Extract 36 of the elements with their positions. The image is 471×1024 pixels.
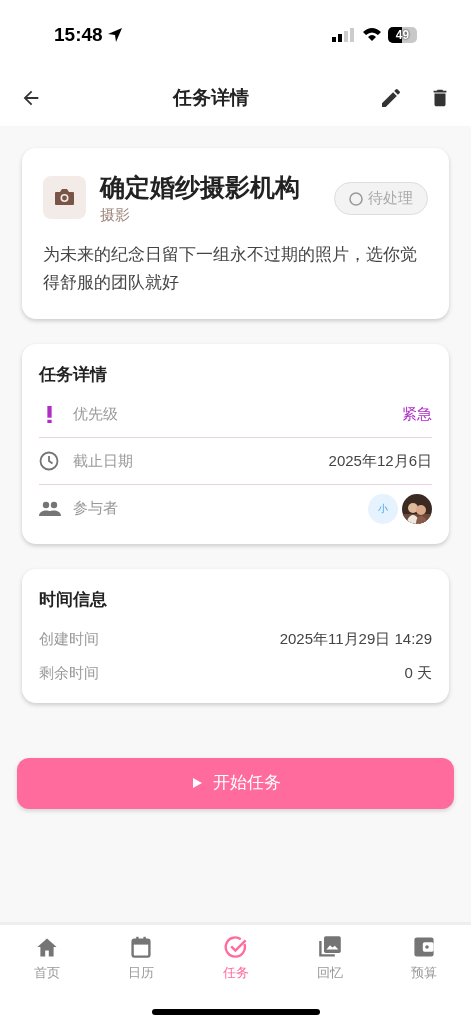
photo-library-icon	[317, 935, 342, 959]
wallet-icon	[411, 935, 436, 959]
row-value: 2025年11月29日 14:29	[279, 629, 432, 650]
play-icon	[190, 777, 203, 789]
signal-icon	[332, 27, 356, 43]
calendar-icon	[129, 935, 154, 959]
nav-tab[interactable]: 首页	[0, 935, 95, 983]
section-title: 时间信息	[39, 589, 108, 611]
task-title: 确定婚纱摄影机构	[100, 172, 301, 203]
row-label: 截止日期	[73, 450, 134, 471]
row-value: 紧急	[402, 403, 432, 424]
row-value: 0 天	[404, 663, 432, 684]
status-label: 待处理	[368, 188, 413, 209]
row-value: 2025年12月6日	[328, 450, 432, 471]
clock-icon	[39, 451, 59, 471]
check-circle-icon	[223, 935, 248, 959]
wifi-icon	[362, 27, 382, 43]
circle-icon	[349, 191, 363, 206]
camera-icon	[43, 176, 86, 219]
row-label: 参与者	[73, 498, 119, 519]
nav-tab[interactable]: 任务	[188, 935, 283, 983]
start-task-button[interactable]: 开始任务	[17, 757, 454, 809]
pencil-icon[interactable]	[379, 86, 403, 110]
row-label: 创建时间	[39, 629, 99, 650]
nav-tab[interactable]: 回忆	[282, 935, 377, 983]
row-label: 优先级	[73, 403, 119, 424]
row-label: 剩余时间	[39, 663, 99, 684]
nav-tab[interactable]: 预算	[376, 935, 471, 983]
location-arrow-icon	[106, 27, 123, 43]
page-title: 任务详情	[171, 85, 250, 110]
avatar: 小	[368, 493, 398, 524]
task-category: 摄影	[100, 205, 131, 225]
status-time: 15:48	[54, 22, 103, 47]
nav-tab[interactable]: 日历	[94, 935, 189, 983]
task-description: 为未来的纪念日留下一组永不过期的照片，选你觉得舒服的团队就好	[43, 243, 418, 294]
section-title: 任务详情	[39, 363, 108, 386]
